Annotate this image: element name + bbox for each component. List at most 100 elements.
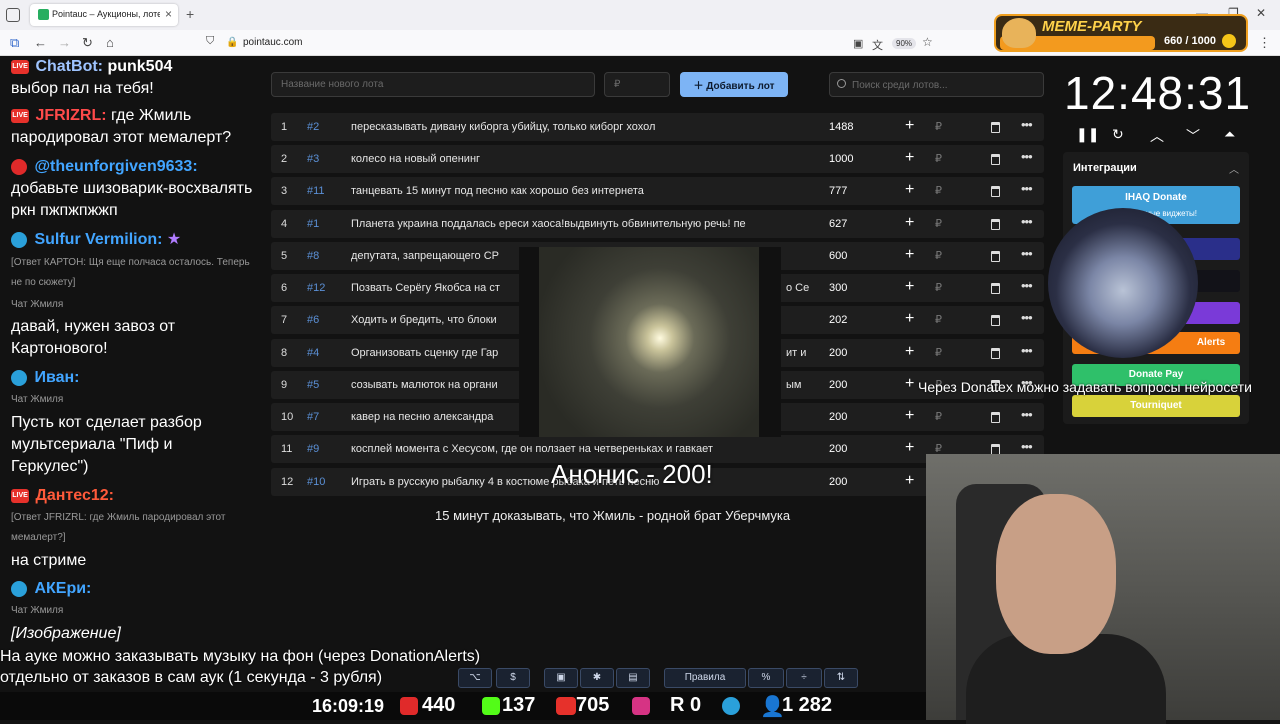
more-icon[interactable]: ••• bbox=[1021, 407, 1033, 422]
add-amount-icon[interactable]: + bbox=[905, 278, 914, 296]
trash-icon[interactable] bbox=[991, 412, 1000, 423]
ruble-icon[interactable]: ₽ bbox=[935, 184, 942, 197]
chevron-up-icon[interactable]: ︿ bbox=[1229, 161, 1239, 176]
forward-icon[interactable]: → bbox=[58, 35, 71, 50]
reload-icon[interactable]: ↻ bbox=[82, 35, 93, 51]
close-window-icon[interactable]: ✕ bbox=[1256, 6, 1266, 20]
add-amount-icon[interactable]: + bbox=[905, 439, 914, 457]
ruble-icon[interactable]: ₽ bbox=[935, 152, 942, 165]
github-button[interactable]: ⌥ bbox=[458, 668, 492, 688]
trash-icon[interactable] bbox=[991, 251, 1000, 262]
add-amount-icon[interactable]: + bbox=[905, 343, 914, 361]
translate-icon[interactable]: 文 bbox=[872, 37, 883, 53]
add-amount-icon[interactable]: + bbox=[905, 214, 914, 232]
rules-button[interactable]: Правила bbox=[664, 668, 746, 688]
more-icon[interactable]: ••• bbox=[1021, 439, 1033, 454]
trash-icon[interactable] bbox=[991, 154, 1000, 165]
more-icon[interactable]: ••• bbox=[1021, 214, 1033, 229]
lot-name[interactable]: косплей момента с Хесусом, где он ползае… bbox=[351, 443, 801, 455]
sidebar-toggle-icon[interactable]: ⧉ bbox=[10, 35, 19, 51]
trash-icon[interactable] bbox=[991, 122, 1000, 133]
new-lot-input[interactable] bbox=[271, 72, 595, 97]
menu-icon[interactable]: ⋮ bbox=[1258, 35, 1271, 51]
table-row[interactable]: 1 #2 пересказывать дивану киборга убийцу… bbox=[271, 113, 1044, 141]
back-icon[interactable]: ← bbox=[34, 35, 47, 50]
pause-icon[interactable]: ❚❚ bbox=[1076, 126, 1099, 143]
add-amount-icon[interactable]: + bbox=[905, 117, 914, 135]
lot-id: #10 bbox=[307, 476, 326, 488]
video-frame bbox=[539, 247, 759, 437]
lot-id: #11 bbox=[307, 185, 325, 197]
lot-search[interactable] bbox=[829, 72, 1044, 97]
telegram-icon bbox=[11, 580, 27, 597]
add-amount-icon[interactable]: + bbox=[905, 310, 914, 328]
save-button[interactable]: ▣ bbox=[544, 668, 578, 688]
lot-name[interactable]: танцевать 15 минут под песню как хорошо … bbox=[351, 185, 801, 197]
chat-message: Sulfur Vermilion: ★ bbox=[11, 229, 181, 251]
more-icon[interactable]: ••• bbox=[1021, 181, 1033, 196]
more-icon[interactable]: ••• bbox=[1021, 149, 1033, 164]
chat-text: на стриме bbox=[11, 552, 87, 569]
lot-id: #9 bbox=[307, 443, 320, 455]
chevron-up-icon[interactable]: ︿ bbox=[1150, 126, 1164, 146]
add-amount-icon[interactable]: + bbox=[905, 246, 914, 264]
lot-id: #2 bbox=[307, 121, 320, 133]
clock: 16:09:19 bbox=[312, 696, 385, 716]
close-tab-icon[interactable]: × bbox=[165, 7, 172, 21]
lot-name[interactable]: Планета украина поддалась ереси хаоса!вы… bbox=[351, 218, 801, 230]
add-amount-icon[interactable]: + bbox=[905, 407, 914, 425]
new-tab-icon[interactable]: + bbox=[186, 6, 194, 22]
split-button[interactable]: ÷ bbox=[786, 668, 822, 688]
more-icon[interactable]: ••• bbox=[1021, 246, 1033, 261]
tourniquet-button[interactable]: Tourniquet bbox=[1072, 395, 1240, 417]
add-amount-icon[interactable]: + bbox=[905, 181, 914, 199]
reader-icon[interactable]: ▣ bbox=[853, 37, 863, 50]
tourniquet-label: Tourniquet bbox=[1130, 400, 1182, 411]
ruble-icon[interactable]: ₽ bbox=[935, 249, 942, 262]
bookmark-star-icon[interactable]: ☆ bbox=[922, 35, 933, 49]
ruble-icon[interactable]: ₽ bbox=[935, 217, 942, 230]
ruble-icon[interactable]: ₽ bbox=[935, 410, 942, 423]
tab-list-icon[interactable] bbox=[6, 8, 20, 22]
add-amount-icon[interactable]: + bbox=[905, 472, 914, 490]
more-icon[interactable]: ••• bbox=[1021, 117, 1033, 132]
url-field[interactable]: pointauc.com bbox=[243, 37, 302, 48]
donate-dollar-button[interactable]: $ bbox=[496, 668, 530, 688]
more-icon[interactable]: ••• bbox=[1021, 278, 1033, 293]
zoom-level[interactable]: 90% bbox=[892, 38, 917, 49]
tab-pointauc[interactable]: Pointauc – Аукционы, лотереи × bbox=[30, 4, 178, 26]
ruble-icon[interactable]: ₽ bbox=[935, 346, 942, 359]
rules-label: Правила bbox=[684, 672, 726, 683]
add-amount-icon[interactable]: + bbox=[905, 149, 914, 167]
reset-icon[interactable]: ↻ bbox=[1112, 126, 1124, 143]
search-input[interactable] bbox=[852, 77, 1037, 93]
price-input[interactable] bbox=[604, 72, 670, 97]
percent-button[interactable]: % bbox=[748, 668, 784, 688]
clear-button[interactable]: ▤ bbox=[616, 668, 650, 688]
ruble-icon[interactable]: ₽ bbox=[935, 120, 942, 133]
trash-icon[interactable] bbox=[991, 315, 1000, 326]
lot-name[interactable]: колесо на новый опенинг bbox=[351, 153, 801, 165]
table-row[interactable]: 3 #11 танцевать 15 минут под песню как х… bbox=[271, 177, 1044, 205]
trash-icon[interactable] bbox=[991, 219, 1000, 230]
ruble-icon[interactable]: ₽ bbox=[935, 313, 942, 326]
add-lot-button[interactable]: ＋ Добавить лот bbox=[680, 72, 788, 97]
shield-icon[interactable]: ⛉ bbox=[206, 35, 214, 48]
lot-sum: 200 bbox=[829, 347, 848, 359]
sort-button[interactable]: ⇅ bbox=[824, 668, 858, 688]
add-amount-icon[interactable]: + bbox=[905, 375, 914, 393]
ruble-icon[interactable]: ₽ bbox=[935, 281, 942, 294]
trash-icon[interactable] bbox=[991, 186, 1000, 197]
table-row[interactable]: 4 #1 Планета украина поддалась ереси хао… bbox=[271, 210, 1044, 238]
table-row[interactable]: 2 #3 колесо на новый опенинг 1000 + ₽ ••… bbox=[271, 145, 1044, 173]
trash-icon[interactable] bbox=[991, 283, 1000, 294]
trash-icon[interactable] bbox=[991, 348, 1000, 359]
home-icon[interactable]: ⌂ bbox=[106, 35, 114, 50]
more-icon[interactable]: ••• bbox=[1021, 343, 1033, 358]
lot-name[interactable]: пересказывать дивану киборга убийцу, тол… bbox=[351, 121, 801, 133]
bug-button[interactable]: ✱ bbox=[580, 668, 614, 688]
chevron-down-icon[interactable]: ﹀ bbox=[1186, 126, 1200, 146]
double-chevron-up-icon[interactable]: ⏶ bbox=[1224, 126, 1235, 143]
chat-message: @theunforgiven9633: bbox=[11, 156, 198, 178]
more-icon[interactable]: ••• bbox=[1021, 310, 1033, 325]
